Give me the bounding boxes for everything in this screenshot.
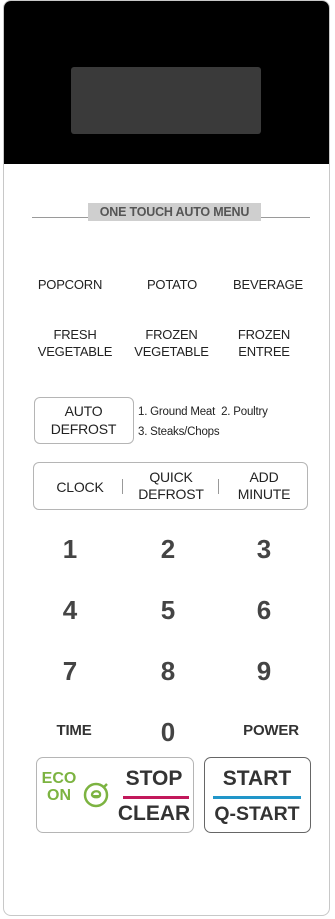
start-label: START [222, 767, 292, 790]
eco-leaf-icon [83, 782, 109, 808]
key-6[interactable]: 6 [234, 595, 294, 625]
time-button[interactable]: TIME [34, 723, 114, 739]
key-3[interactable]: 3 [234, 534, 294, 564]
key-2[interactable]: 2 [138, 534, 198, 564]
eco-label-1: ECO [41, 770, 77, 787]
potato-button[interactable]: POTATO [132, 277, 212, 293]
display-area [4, 1, 329, 164]
frozen-vegetable-label-1: FROZEN [145, 327, 198, 342]
auto-defrost-label-1: AUTO [64, 403, 103, 419]
fresh-vegetable-label-1: FRESH [53, 327, 97, 342]
fresh-vegetable-label-2: VEGETABLE [37, 344, 113, 359]
lcd-display [71, 67, 261, 134]
key-0[interactable]: 0 [138, 717, 198, 747]
stop-label: STOP [125, 767, 183, 790]
key-9[interactable]: 9 [234, 656, 294, 686]
eco-label-2: ON [47, 787, 71, 804]
stop-clear-divider [123, 796, 189, 799]
key-4[interactable]: 4 [40, 595, 100, 625]
start-divider [213, 796, 301, 799]
clear-label: CLEAR [117, 802, 191, 825]
frozen-entree-label-1: FROZEN [237, 327, 291, 342]
auto-defrost-options-1: 1. Ground Meat 2. Poultry [138, 406, 268, 418]
key-7[interactable]: 7 [40, 656, 100, 686]
function-separator-1 [122, 479, 123, 494]
function-separator-2 [218, 479, 219, 494]
quick-defrost-label-2: DEFROST [138, 486, 204, 502]
auto-defrost-label-2: DEFROST [50, 421, 117, 437]
menu-header: ONE TOUCH AUTO MENU [88, 203, 261, 221]
key-5[interactable]: 5 [138, 595, 198, 625]
clock-button[interactable]: CLOCK [40, 479, 120, 495]
power-button[interactable]: POWER [226, 723, 316, 739]
frozen-vegetable-label-2: VEGETABLE [134, 344, 209, 359]
q-start-label: Q-START [214, 803, 300, 825]
quick-defrost-label-1: QUICK [149, 469, 193, 485]
auto-defrost-options-2: 3. Steaks/Chops [138, 426, 220, 438]
add-minute-label-1: ADD [249, 469, 279, 485]
frozen-entree-label-2: ENTREE [238, 344, 290, 359]
key-1[interactable]: 1 [40, 534, 100, 564]
key-8[interactable]: 8 [138, 656, 198, 686]
start-button[interactable]: START Q-START [204, 757, 311, 833]
beverage-button[interactable]: BEVERAGE [222, 277, 314, 293]
add-minute-label-2: MINUTE [237, 486, 291, 502]
popcorn-button[interactable]: POPCORN [30, 277, 110, 293]
microwave-control-panel: ONE TOUCH AUTO MENU POPCORN POTATO BEVER… [3, 0, 330, 916]
stop-clear-button[interactable]: ECO ON STOP CLEAR [36, 757, 194, 833]
auto-defrost-button[interactable]: AUTO DEFROST [34, 397, 134, 444]
